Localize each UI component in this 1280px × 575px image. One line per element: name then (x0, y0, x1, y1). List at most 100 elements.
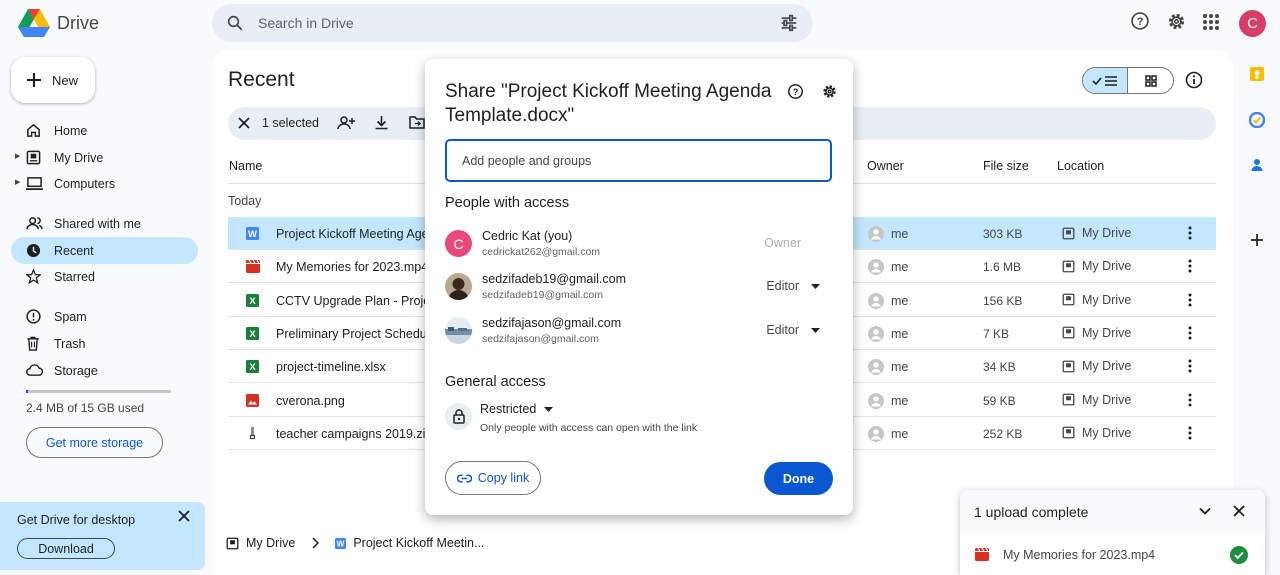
column-header-size[interactable]: File size (983, 159, 1029, 173)
owner-name: me (891, 227, 909, 241)
sidebar-item-my-drive[interactable]: ▶ My Drive (11, 144, 198, 171)
person-photo-icon (445, 273, 472, 300)
person-row-editor-2: sedzifajason@gmail.com sedzifajason@gmai… (445, 313, 832, 353)
view-toggle[interactable] (1082, 67, 1174, 94)
move-to-folder-icon[interactable] (409, 115, 425, 130)
clear-selection-icon[interactable] (237, 116, 251, 130)
keep-icon[interactable] (1249, 66, 1265, 82)
location-cell[interactable]: My Drive (1062, 259, 1131, 273)
download-button[interactable]: Download (17, 538, 115, 559)
share-dialog: Share "Project Kickoff Meeting Agenda Te… (425, 59, 853, 515)
location-cell[interactable]: My Drive (1062, 293, 1131, 307)
more-options-icon[interactable] (1188, 326, 1192, 340)
sidebar-item-storage[interactable]: Storage (11, 357, 198, 384)
add-app-plus-icon[interactable] (1249, 232, 1265, 248)
download-icon[interactable] (374, 115, 389, 131)
share-settings-gear-icon[interactable] (821, 83, 838, 100)
link-icon (456, 473, 472, 483)
upload-status-panel: 1 upload complete My Memories for 2023.m… (960, 490, 1265, 575)
list-view-button[interactable] (1083, 68, 1129, 93)
sidebar-item-computers[interactable]: ▶ Computers (11, 170, 198, 197)
get-more-storage-button[interactable]: Get more storage (26, 427, 163, 458)
apps-grid-icon[interactable] (1202, 13, 1220, 31)
more-options-icon[interactable] (1188, 426, 1192, 440)
dropdown-arrow-icon (544, 406, 554, 412)
done-button[interactable]: Done (764, 462, 833, 495)
storage-progress-fill (26, 390, 28, 393)
column-header-owner[interactable]: Owner (867, 159, 904, 173)
search-icon[interactable] (226, 14, 244, 32)
person-row-editor-1: sedzifadeb19@gmail.com sedzifadeb19@gmai… (445, 269, 832, 309)
my-drive-icon (1062, 293, 1075, 306)
settings-gear-icon[interactable] (1166, 11, 1187, 32)
column-header-location[interactable]: Location (1057, 159, 1104, 173)
owner-avatar-icon (868, 359, 884, 376)
svg-text:W: W (248, 229, 257, 240)
location-cell[interactable]: My Drive (1062, 426, 1131, 440)
check-list-icon (1092, 75, 1117, 86)
plus-icon (27, 73, 41, 87)
close-icon[interactable] (1232, 504, 1246, 518)
general-access-dropdown[interactable]: Restricted (480, 402, 554, 416)
new-button[interactable]: New (11, 57, 95, 103)
help-icon[interactable]: ? (1130, 11, 1150, 31)
share-help-icon[interactable]: ? (787, 83, 804, 100)
contacts-icon[interactable] (1249, 157, 1265, 173)
location-name: My Drive (1082, 325, 1132, 340)
expand-caret-icon[interactable]: ▶ (15, 152, 20, 160)
role-label: Editor (766, 279, 799, 293)
location-cell[interactable]: My Drive (1062, 393, 1131, 407)
svg-text:?: ? (1137, 16, 1144, 28)
owner-cell: me (868, 392, 908, 409)
person-row-owner: C Cedric Kat (you) cedrickat262@gmail.co… (445, 226, 832, 266)
sidebar-item-starred[interactable]: Starred (11, 263, 198, 290)
location-cell[interactable]: My Drive (1062, 359, 1131, 373)
sidebar-item-label: Starred (54, 270, 95, 284)
location-name: My Drive (1082, 425, 1132, 440)
more-options-icon[interactable] (1188, 226, 1192, 240)
selection-count: 1 selected (262, 116, 319, 130)
add-people-input[interactable] (445, 139, 832, 182)
account-avatar[interactable]: C (1239, 10, 1266, 37)
search-input[interactable]: Search in Drive (258, 15, 354, 31)
more-options-icon[interactable] (1188, 393, 1192, 407)
people-with-access-heading: People with access (445, 195, 570, 211)
location-cell[interactable]: My Drive (1062, 226, 1131, 240)
search-bar[interactable]: Search in Drive (212, 4, 813, 42)
person-email: sedzifajason@gmail.com (482, 333, 599, 345)
more-options-icon[interactable] (1188, 293, 1192, 307)
grid-view-button[interactable] (1128, 68, 1173, 93)
close-promo-icon[interactable] (177, 509, 191, 523)
sidebar-item-recent[interactable]: Recent (11, 237, 198, 264)
lock-icon (452, 409, 465, 424)
location-name: My Drive (1082, 392, 1132, 407)
expand-caret-icon[interactable]: ▶ (15, 178, 20, 186)
share-person-add-icon[interactable] (337, 115, 355, 131)
copy-link-button[interactable]: Copy link (445, 461, 541, 495)
person-role-dropdown[interactable]: Editor (766, 323, 820, 337)
sidebar-item-shared[interactable]: Shared with me (11, 210, 198, 237)
person-role-dropdown[interactable]: Editor (766, 279, 820, 293)
person-email: cedrickat262@gmail.com (482, 246, 601, 258)
chevron-down-icon[interactable] (1198, 504, 1212, 518)
my-drive-icon (1062, 393, 1075, 406)
person-avatar (445, 317, 472, 344)
breadcrumb-current[interactable]: Project Kickoff Meetin... (353, 536, 484, 550)
more-options-icon[interactable] (1188, 259, 1192, 273)
breadcrumb-root[interactable]: My Drive (246, 536, 295, 550)
sidebar-item-trash[interactable]: Trash (11, 330, 198, 357)
sidebar-item-spam[interactable]: Spam (11, 303, 198, 330)
svg-text:X: X (249, 296, 256, 307)
tasks-icon[interactable] (1249, 112, 1265, 128)
more-options-icon[interactable] (1188, 359, 1192, 373)
filter-options-icon[interactable] (779, 14, 799, 32)
owner-name: me (891, 260, 909, 275)
location-cell[interactable]: My Drive (1062, 326, 1131, 340)
sidebar-item-home[interactable]: Home (11, 117, 198, 144)
upload-item[interactable]: My Memories for 2023.mp4 (960, 534, 1265, 574)
location-name: My Drive (1082, 226, 1132, 240)
info-icon[interactable] (1185, 71, 1203, 89)
drive-logo[interactable]: Drive (18, 9, 99, 37)
column-header-name[interactable]: Name (229, 159, 262, 173)
file-name: cverona.png (276, 393, 345, 408)
